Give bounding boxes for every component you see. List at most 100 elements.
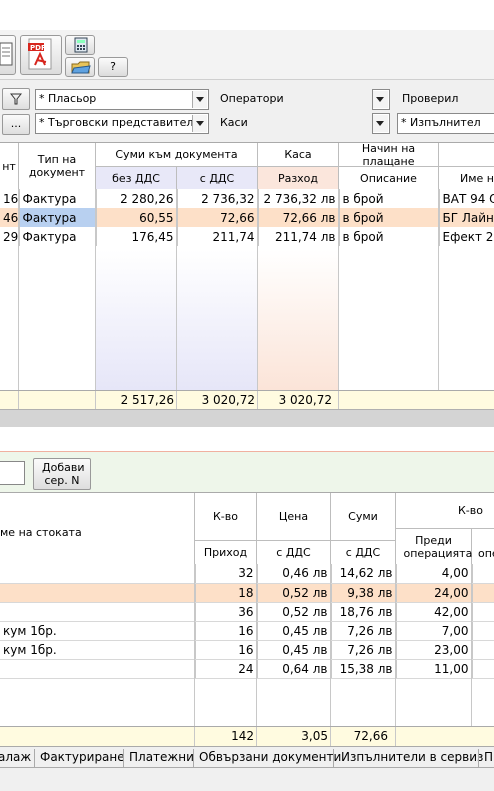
doc-num-cell[interactable]: 29 bbox=[0, 227, 20, 246]
doc-table-row[interactable]: 46 Фактура 60,55 72,66 72,66 лв в брой БГ Лайн bbox=[0, 208, 494, 227]
doc-novat-cell[interactable]: 2 280,26 bbox=[96, 189, 178, 208]
item-qty-cell[interactable]: 24 bbox=[195, 659, 258, 679]
tab-packaging[interactable]: алаж bbox=[0, 749, 31, 767]
item-sum-cell[interactable]: 14,62 лв bbox=[331, 564, 397, 584]
calculator-button[interactable] bbox=[65, 35, 95, 55]
item-table-row[interactable]: кум 1бр. 16 0,45 лв 7,26 лв 7,00 bbox=[0, 621, 494, 641]
col-novat-header[interactable]: без ДДС bbox=[96, 167, 177, 190]
item-sum-cell[interactable]: 15,38 лв bbox=[331, 659, 397, 679]
doc-type-cell[interactable]: Фактура bbox=[19, 227, 97, 246]
col-expense-header[interactable]: Разход bbox=[258, 167, 339, 190]
item-table-row[interactable]: 18 0,52 лв 9,38 лв 24,00 bbox=[0, 583, 494, 603]
col-withvat-header[interactable]: с ДДС bbox=[177, 167, 258, 190]
filter-button[interactable] bbox=[2, 88, 30, 110]
operators-dropdown[interactable] bbox=[372, 89, 390, 110]
item-after-cell[interactable] bbox=[472, 583, 494, 603]
col-before-header[interactable]: Преди операцията bbox=[396, 529, 472, 565]
item-sum-cell[interactable]: 18,76 лв bbox=[331, 602, 397, 622]
cash-select[interactable]: Каси bbox=[216, 113, 390, 134]
tab-invoicing[interactable]: Фактуриране bbox=[34, 749, 125, 767]
col-num-header[interactable]: нт bbox=[0, 143, 19, 190]
doc-num-cell[interactable]: 46 bbox=[0, 208, 20, 227]
item-table-row[interactable]: 36 0,52 лв 18,76 лв 42,00 bbox=[0, 602, 494, 622]
col-qty-in-header[interactable]: Приход bbox=[195, 541, 257, 565]
item-before-cell[interactable]: 4,00 bbox=[396, 564, 473, 584]
doc-description-cell[interactable]: в брой bbox=[339, 208, 440, 227]
serial-input[interactable] bbox=[0, 461, 25, 485]
doc-novat-cell[interactable]: 60,55 bbox=[96, 208, 178, 227]
item-sum-cell[interactable]: 7,26 лв bbox=[331, 621, 397, 641]
item-before-cell[interactable]: 23,00 bbox=[396, 640, 473, 660]
item-after-cell[interactable] bbox=[472, 564, 494, 584]
item-qty-cell[interactable]: 32 bbox=[195, 564, 258, 584]
item-sum-cell[interactable]: 9,38 лв bbox=[331, 583, 397, 603]
sales-rep-select[interactable]: * Търговски представител bbox=[35, 113, 209, 134]
item-price-cell[interactable]: 0,64 лв bbox=[257, 659, 332, 679]
item-name-cell[interactable]: кум 1бр. bbox=[0, 640, 196, 660]
item-after-cell[interactable] bbox=[472, 602, 494, 622]
item-price-cell[interactable]: 0,45 лв bbox=[257, 640, 332, 660]
item-sum-cell[interactable]: 7,26 лв bbox=[331, 640, 397, 660]
col-name-header[interactable]: Име н bbox=[439, 167, 494, 190]
item-qty-cell[interactable]: 16 bbox=[195, 640, 258, 660]
splitter-bar[interactable] bbox=[0, 409, 494, 427]
item-name-cell[interactable] bbox=[0, 659, 196, 679]
item-name-cell[interactable] bbox=[0, 602, 196, 622]
chevron-down-icon[interactable] bbox=[373, 91, 388, 108]
operators-select[interactable]: Оператори bbox=[216, 89, 390, 110]
help-button[interactable]: ? bbox=[98, 57, 128, 77]
more-button[interactable]: ... bbox=[2, 114, 30, 135]
doc-name-cell[interactable]: Ефект 20 bbox=[439, 227, 494, 246]
item-qty-cell[interactable]: 36 bbox=[195, 602, 258, 622]
item-table-row[interactable]: 32 0,46 лв 14,62 лв 4,00 bbox=[0, 564, 494, 584]
item-price-cell[interactable]: 0,45 лв bbox=[257, 621, 332, 641]
doc-table-row[interactable]: 29 Фактура 176,45 211,74 211,74 лв в брой Ефек… bbox=[0, 227, 494, 246]
item-after-cell[interactable] bbox=[472, 640, 494, 660]
col-item-name-header[interactable]: ме на стоката bbox=[0, 493, 195, 565]
chevron-down-icon[interactable] bbox=[192, 115, 207, 132]
col-type-header[interactable]: Тип на документ bbox=[19, 143, 96, 190]
executor-select[interactable]: * Изпълнител bbox=[397, 113, 494, 134]
doc-expense-cell[interactable]: 72,66 лв bbox=[258, 208, 340, 227]
item-name-cell[interactable] bbox=[0, 583, 196, 603]
tab-linked-documents[interactable]: Обвързани документи bbox=[193, 749, 341, 767]
item-before-cell[interactable]: 42,00 bbox=[396, 602, 473, 622]
col-after-header[interactable]: опе bbox=[472, 529, 494, 565]
doc-expense-cell[interactable]: 2 736,32 лв bbox=[258, 189, 340, 208]
chevron-down-icon[interactable] bbox=[192, 91, 207, 108]
tab-service-executors[interactable]: Изпълнители в сервиз bbox=[333, 749, 483, 767]
cash-dropdown[interactable] bbox=[372, 113, 390, 134]
item-price-cell[interactable]: 0,52 лв bbox=[257, 602, 332, 622]
doc-num-cell[interactable]: 16 bbox=[0, 189, 20, 208]
tab-more[interactable]: Пр bbox=[478, 749, 494, 767]
col-sums-vat-header[interactable]: с ДДС bbox=[331, 541, 396, 565]
folder-button[interactable] bbox=[65, 57, 95, 77]
doc-novat-cell[interactable]: 176,45 bbox=[96, 227, 178, 246]
doc-name-cell[interactable]: БГ Лайн bbox=[439, 208, 494, 227]
item-after-cell[interactable] bbox=[472, 659, 494, 679]
item-table-row[interactable]: кум 1бр. 16 0,45 лв 7,26 лв 23,00 bbox=[0, 640, 494, 660]
doc-table-row[interactable]: 16 Фактура 2 280,26 2 736,32 2 736,32 лв в бр… bbox=[0, 189, 494, 208]
item-table-row[interactable]: 24 0,64 лв 15,38 лв 11,00 bbox=[0, 659, 494, 679]
col-description-header[interactable]: Описание bbox=[339, 167, 439, 190]
doc-withvat-cell[interactable]: 72,66 bbox=[177, 208, 259, 227]
item-before-cell[interactable]: 24,00 bbox=[396, 583, 473, 603]
doc-expense-cell[interactable]: 211,74 лв bbox=[258, 227, 340, 246]
placer-select[interactable]: * Пласьор bbox=[35, 89, 209, 110]
checked-by-select[interactable]: Проверил bbox=[398, 89, 494, 110]
doc-type-cell[interactable]: Фактура bbox=[19, 189, 97, 208]
item-after-cell[interactable] bbox=[472, 621, 494, 641]
doc-description-cell[interactable]: в брой bbox=[339, 189, 440, 208]
doc-withvat-cell[interactable]: 211,74 bbox=[177, 227, 259, 246]
item-name-cell[interactable] bbox=[0, 564, 196, 584]
tab-payments[interactable]: Платежни bbox=[123, 749, 194, 767]
doc-withvat-cell[interactable]: 2 736,32 bbox=[177, 189, 259, 208]
doc-description-cell[interactable]: в брой bbox=[339, 227, 440, 246]
pdf-export-button[interactable]: PDF bbox=[20, 35, 62, 75]
item-before-cell[interactable]: 7,00 bbox=[396, 621, 473, 641]
add-serial-button[interactable]: Добави сер. N bbox=[33, 458, 91, 490]
doc-type-cell[interactable]: Фактура bbox=[19, 208, 97, 227]
chevron-down-icon[interactable] bbox=[373, 115, 388, 132]
doc-name-cell[interactable]: ВАТ 94 О bbox=[439, 189, 494, 208]
col-price-vat-header[interactable]: с ДДС bbox=[257, 541, 331, 565]
